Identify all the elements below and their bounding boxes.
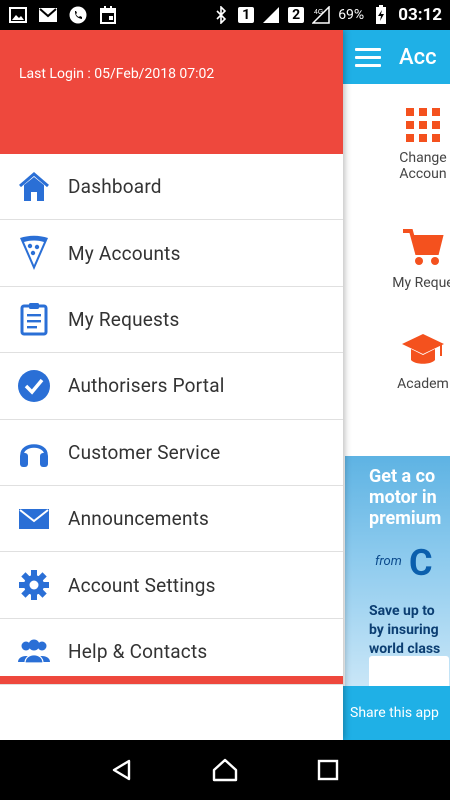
sim2-badge: 2 bbox=[288, 7, 305, 23]
ad-price: C bbox=[409, 542, 433, 584]
ad-from-text: from bbox=[375, 554, 402, 569]
tile-label: Change bbox=[399, 150, 447, 166]
share-app-bar[interactable]: Share this app bbox=[343, 686, 450, 740]
headphones-icon bbox=[16, 434, 52, 470]
recents-icon[interactable] bbox=[308, 750, 348, 790]
ad-subtext: Save up to by insuring world class bbox=[369, 603, 441, 657]
tile-label: My Reque bbox=[392, 275, 450, 291]
home-icon bbox=[16, 169, 52, 205]
tile-label: Academ bbox=[397, 376, 449, 392]
bluetooth-icon bbox=[211, 6, 231, 24]
menu-item-label: Help & Contacts bbox=[68, 639, 208, 663]
grid-icon bbox=[406, 108, 440, 142]
menu-item-my-requests[interactable]: My Requests bbox=[0, 287, 343, 354]
last-login-text: Last Login : 05/Feb/2018 07:02 bbox=[19, 66, 215, 82]
hamburger-menu-icon[interactable] bbox=[355, 43, 381, 72]
ad-logo bbox=[369, 656, 449, 686]
menu-item-label: My Requests bbox=[68, 307, 180, 331]
back-icon[interactable] bbox=[102, 750, 142, 790]
advertisement-banner[interactable]: Get a co motor in premium from C Save up… bbox=[345, 456, 450, 686]
clipboard-icon bbox=[16, 301, 52, 337]
menu-item-announcements[interactable]: Announcements bbox=[0, 486, 343, 553]
navigation-drawer: Last Login : 05/Feb/2018 07:02 Dashboard… bbox=[0, 30, 343, 740]
status-bar: 1 2 4G 69% 03:12 bbox=[0, 0, 450, 30]
clock: 03:12 bbox=[398, 5, 442, 25]
pizza-icon bbox=[16, 235, 52, 271]
app-bar: Acc bbox=[343, 30, 450, 84]
gear-icon bbox=[16, 567, 52, 603]
menu-item-account-settings[interactable]: Account Settings bbox=[0, 552, 343, 619]
drawer-footer-bar bbox=[0, 676, 343, 684]
signal-icon bbox=[261, 6, 281, 24]
tile-label: Accoun bbox=[399, 166, 447, 182]
menu-item-dashboard[interactable]: Dashboard bbox=[0, 154, 343, 221]
menu-item-label: My Accounts bbox=[68, 241, 181, 265]
menu-item-customer-service[interactable]: Customer Service bbox=[0, 420, 343, 486]
battery-charging-icon bbox=[371, 5, 391, 24]
sim1-badge: 1 bbox=[238, 7, 255, 23]
calendar-notification-icon bbox=[98, 6, 118, 24]
ad-headline: Get a co motor in premium bbox=[369, 466, 442, 529]
drawer-menu: Dashboard My Accounts My Requests Author… bbox=[0, 154, 343, 686]
svg-text:4G: 4G bbox=[314, 9, 323, 16]
gmail-notification-icon bbox=[38, 6, 58, 24]
envelope-icon bbox=[16, 501, 52, 537]
phone-notification-icon bbox=[68, 6, 88, 24]
people-icon bbox=[16, 633, 52, 669]
academy-tile[interactable]: Academ bbox=[343, 330, 450, 392]
menu-item-label: Authorisers Portal bbox=[68, 374, 225, 398]
gallery-notification-icon bbox=[8, 6, 28, 24]
home-button-icon[interactable] bbox=[205, 750, 245, 790]
menu-item-label: Dashboard bbox=[68, 175, 162, 199]
drawer-header: Last Login : 05/Feb/2018 07:02 bbox=[0, 30, 343, 154]
menu-item-label: Announcements bbox=[68, 507, 210, 531]
signal-4g-icon: 4G bbox=[311, 6, 331, 24]
menu-item-my-accounts[interactable]: My Accounts bbox=[0, 220, 343, 287]
change-account-tile[interactable]: Change Accoun bbox=[343, 108, 450, 182]
graduation-cap-icon bbox=[401, 330, 445, 370]
menu-item-label: Account Settings bbox=[68, 573, 216, 597]
system-navigation-bar bbox=[0, 740, 450, 800]
app-bar-title: Acc bbox=[399, 44, 437, 70]
cart-icon bbox=[401, 225, 445, 269]
menu-item-authorisers-portal[interactable]: Authorisers Portal bbox=[0, 353, 343, 420]
my-requests-tile[interactable]: My Reque bbox=[343, 225, 450, 291]
background-app: Acc Change Accoun My Reque Academ Get a … bbox=[343, 30, 450, 740]
battery-percent: 69% bbox=[338, 7, 365, 23]
menu-item-label: Customer Service bbox=[68, 440, 221, 464]
check-circle-icon bbox=[16, 368, 52, 404]
